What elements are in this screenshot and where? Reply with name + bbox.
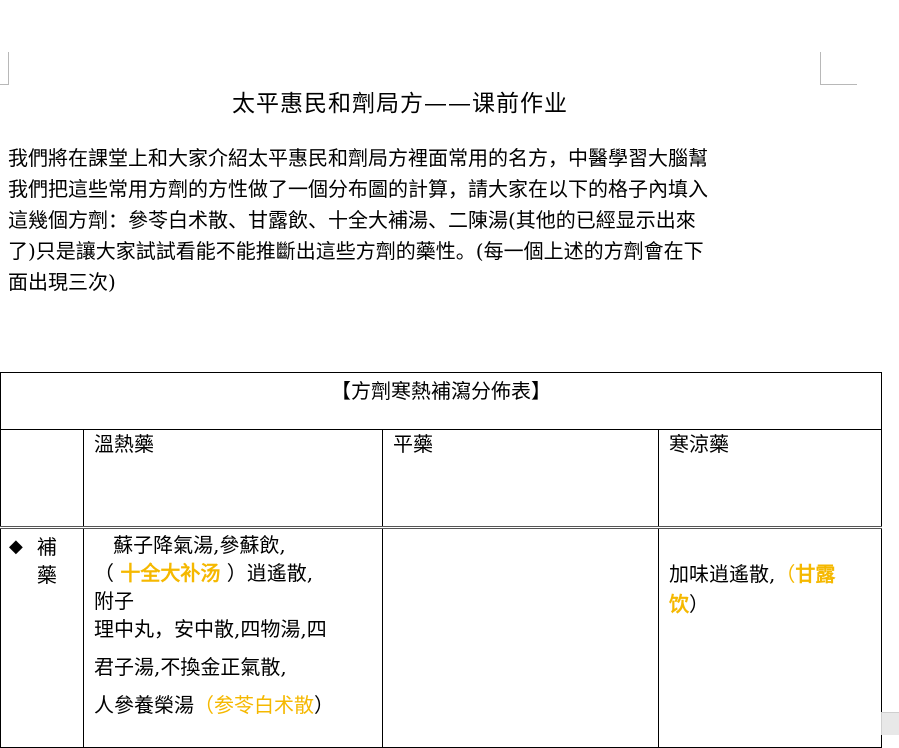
table-caption: 【方劑寒熱補瀉分佈表】 (0, 372, 882, 430)
formula-line: 饮） (669, 592, 709, 616)
page-margin-mark-right (820, 52, 857, 85)
formula-line: 君子湯,不換金正氣散, (94, 655, 287, 679)
intro-paragraph: 我們將在課堂上和大家介紹太平惠民和劑局方裡面常用的名方，中醫學習大腦幫 我們把這… (8, 143, 828, 298)
header-neutral-label: 平藥 (393, 432, 433, 456)
row-label-cell-tonic: ◆ 補 藥 (0, 527, 84, 748)
formula-line: 加味逍遙散,（甘露 (669, 562, 836, 586)
intro-line: 了)只是讓大家試試看能不能推斷出這些方劑的藥性。(每一個上述的方劑會在下 (8, 239, 704, 263)
tonic-cold-cell[interactable]: 加味逍遙散,（甘露 饮） (658, 527, 882, 748)
distribution-table: 【方劑寒熱補瀉分佈表】 溫熱藥 平藥 寒涼藥 ◆ 補 藥 蘇子降氣湯,參蘇飲, (0, 372, 882, 748)
bullet-diamond-icon: ◆ (9, 536, 23, 557)
row-label-char: 藥 (36, 563, 57, 587)
header-empty-cell (0, 429, 84, 529)
answer-fill[interactable]: 饮 (669, 592, 689, 616)
tonic-warm-cell[interactable]: 蘇子降氣湯,參蘇飲, （ 十全大补汤 ）逍遙散, 附子 理中丸，安中散,四物湯,… (83, 527, 383, 748)
header-warm-cell[interactable]: 溫熱藥 (83, 429, 383, 529)
page-margin-mark-left (0, 52, 9, 85)
intro-line: 這幾個方劑：參苓白术散、甘露飲、十全大補湯、二陳湯(其他的已經显示出來 (8, 208, 696, 232)
header-neutral-cell[interactable]: 平藥 (382, 429, 659, 529)
formula-line: 人參養榮湯（参苓白术散） (94, 693, 334, 717)
scrollbar-corner[interactable] (881, 712, 899, 735)
formula-line: 蘇子降氣湯,參蘇飲, (113, 533, 286, 557)
header-cold-label: 寒涼藥 (669, 432, 729, 456)
header-warm-label: 溫熱藥 (94, 432, 154, 456)
formula-line: 附子 (94, 589, 134, 613)
row-label-char: 補 (36, 535, 57, 559)
answer-fill[interactable]: 参苓白术散 (214, 693, 314, 717)
document-title: 太平惠民和劑局方——课前作业 (232, 91, 568, 117)
intro-line: 面出現三次) (8, 270, 116, 294)
intro-line: 我們將在課堂上和大家介紹太平惠民和劑局方裡面常用的名方，中醫學習大腦幫 (8, 146, 708, 170)
formula-line: （ 十全大补汤 ）逍遙散, (94, 561, 314, 585)
answer-fill[interactable]: 十全大补汤 (120, 561, 220, 585)
header-cold-cell[interactable]: 寒涼藥 (658, 429, 882, 529)
tonic-neutral-cell[interactable] (382, 527, 659, 748)
formula-line: 理中丸，安中散,四物湯,四 (94, 617, 327, 641)
intro-line: 我們把這些常用方劑的方性做了一個分布圖的計算，請大家在以下的格子內填入 (8, 177, 708, 201)
answer-fill[interactable]: 甘露 (795, 562, 835, 586)
